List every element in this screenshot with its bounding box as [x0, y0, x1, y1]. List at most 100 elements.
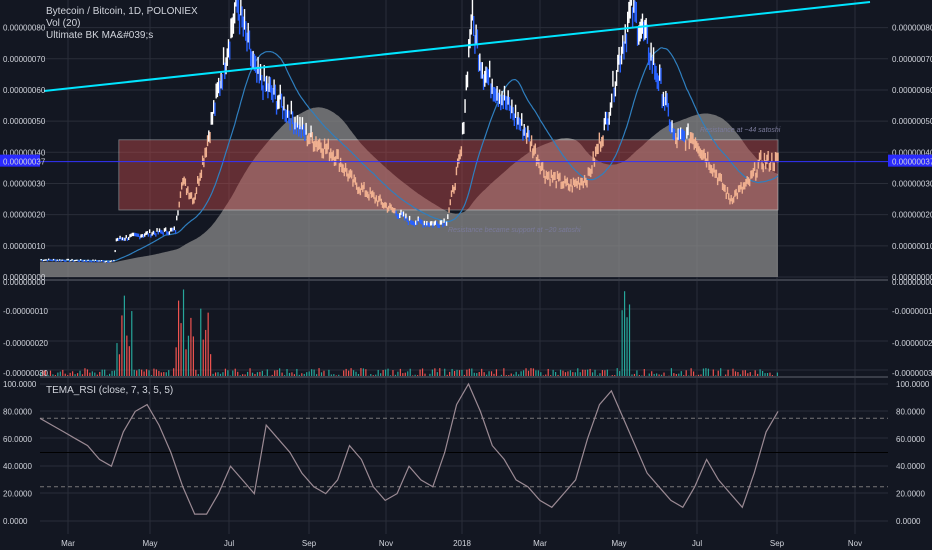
volume-bar: [313, 369, 315, 376]
volume-bar: [212, 373, 214, 376]
volume-bar: [604, 370, 606, 376]
volume-bar: [692, 371, 695, 376]
volume-bar: [449, 371, 451, 376]
vol-tick-label-right: -0.00000010: [892, 307, 932, 316]
volume-bar: [281, 372, 283, 376]
volume-bar: [293, 374, 296, 376]
volume-bar: [136, 370, 138, 376]
volume-bar: [74, 374, 76, 376]
volume-bar: [535, 370, 537, 376]
volume-bar: [101, 369, 103, 376]
volume-bar: [466, 369, 468, 376]
volume-bar: [764, 373, 766, 376]
volume-bar: [214, 372, 217, 376]
volume-bar: [190, 317, 192, 376]
volume-bar: [569, 370, 571, 376]
volume-bar: [421, 368, 424, 376]
volume-bar: [328, 369, 330, 376]
volume-bar: [72, 371, 74, 376]
y-tick-label-right: 0.00000010: [892, 242, 932, 251]
volume-bar: [542, 375, 544, 376]
volume-bar: [707, 368, 709, 376]
y-tick-label-right: 0.00000020: [892, 211, 932, 220]
volume-bar: [217, 372, 219, 376]
volume-bar: [700, 374, 702, 376]
volume-bar: [370, 374, 372, 376]
volume-bar: [685, 370, 687, 376]
volume-bar: [680, 371, 682, 376]
volume-bar: [89, 372, 91, 376]
volume-bar: [126, 335, 128, 376]
volume-bar: [219, 373, 222, 376]
volume-bar: [599, 373, 601, 376]
volume-bar: [195, 369, 197, 376]
volume-bar: [54, 375, 56, 376]
volume-bar: [559, 369, 562, 376]
volume-bar: [596, 375, 599, 376]
x-tick-label: 2018: [453, 539, 471, 548]
volume-bar: [256, 372, 259, 376]
volume-bar: [717, 370, 719, 376]
volume-bar: [458, 370, 461, 376]
volume-bar: [274, 370, 276, 376]
volume-bar: [288, 372, 291, 376]
volume-bar: [175, 347, 177, 376]
volume-bar: [419, 369, 421, 376]
volume-bar: [451, 368, 453, 376]
volume-bar: [554, 372, 557, 376]
vol-tick-label-left: -0.00000030: [3, 369, 48, 378]
rsi-tick-label-right: 20.0000: [896, 490, 925, 499]
volume-bar: [660, 374, 663, 376]
volume-bar: [246, 371, 249, 376]
y-tick-label-left: 0.00000080: [3, 24, 46, 33]
volume-bar: [138, 369, 140, 376]
volume-bar: [757, 373, 759, 376]
volume-bar: [461, 369, 463, 376]
vol-tick-label-right: 0.00000000: [892, 278, 932, 287]
volume-bar: [384, 369, 387, 376]
volume-bar: [52, 374, 54, 376]
volume-bar: [397, 371, 399, 376]
volume-bar: [49, 370, 52, 376]
volume-bar: [572, 372, 574, 376]
volume-bar: [478, 371, 480, 376]
volume-bar: [227, 370, 229, 376]
volume-bar: [387, 368, 389, 376]
x-tick-label: Nov: [848, 539, 862, 548]
volume-bar: [298, 374, 300, 376]
volume-bar: [547, 368, 549, 376]
volume-bar: [232, 370, 234, 376]
volume-bars: [40, 289, 778, 376]
volume-bar: [333, 374, 335, 376]
volume-bar: [362, 368, 364, 376]
volume-bar: [759, 369, 761, 376]
volume-bar: [429, 373, 431, 376]
volume-bar: [525, 368, 527, 376]
chart-canvas[interactable]: 0.00000080 0.00000080 0.00000070 0.00000070…: [0, 0, 932, 550]
volume-bar: [623, 291, 626, 376]
rsi-tick-label-left: 20.0000: [3, 490, 32, 499]
volume-bar: [769, 372, 771, 376]
volume-bar: [562, 370, 564, 376]
volume-bar: [315, 374, 318, 376]
volume-bar: [621, 310, 623, 376]
volume-bar: [577, 368, 579, 376]
y-tick-label-right: 0.00000030: [892, 179, 932, 188]
volume-bar: [407, 371, 409, 376]
vol-tick-label-right: -0.00000020: [892, 339, 932, 348]
volume-bar: [276, 370, 278, 376]
volume-bar: [62, 369, 64, 376]
volume-bar: [626, 317, 628, 376]
volume-bar: [619, 371, 621, 376]
volume-bar: [145, 369, 148, 376]
volume-bar: [197, 374, 199, 376]
volume-bar: [182, 289, 185, 376]
volume-bar: [488, 371, 490, 376]
volume-bar: [471, 368, 473, 376]
volume-bar: [643, 369, 645, 376]
y-tick-label-right: 0.00000060: [892, 86, 932, 95]
volume-bar: [202, 339, 204, 376]
vol-tick-label-left: -0.00000020: [3, 339, 48, 348]
volume-bar: [424, 373, 426, 376]
volume-bar: [343, 370, 345, 376]
